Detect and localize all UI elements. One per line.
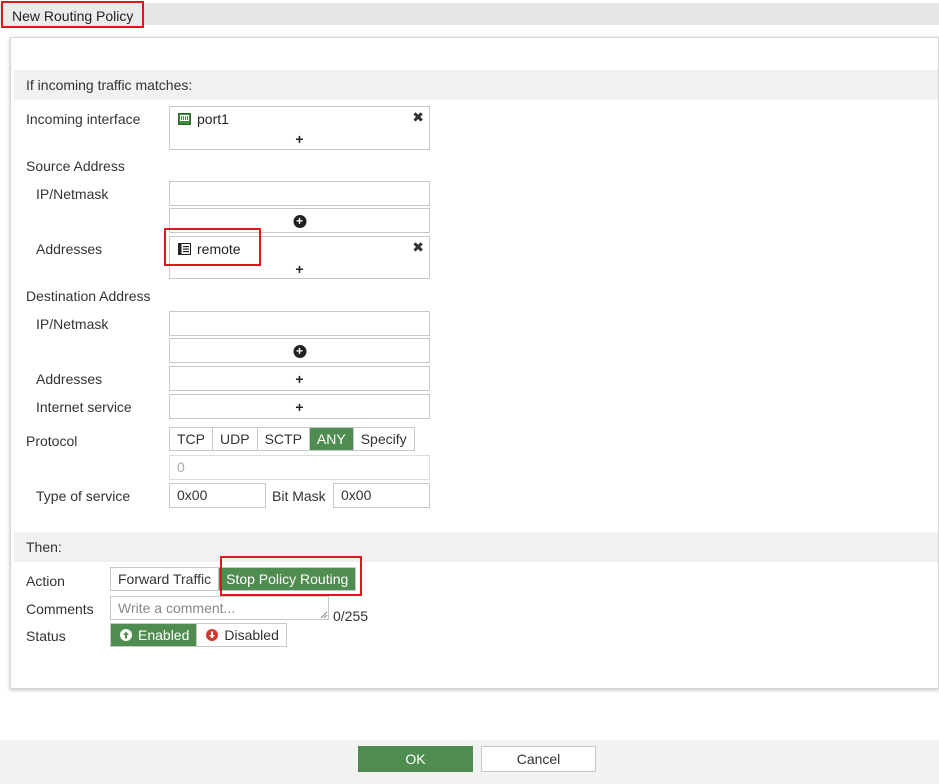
destination-address-label: Destination Address <box>26 288 151 304</box>
status-enabled-label: Enabled <box>138 627 190 643</box>
protocol-option-sctp[interactable]: SCTP <box>258 428 310 450</box>
remove-interface-icon[interactable]: ✖ <box>412 110 424 124</box>
internet-service-field[interactable]: + <box>169 394 430 419</box>
destination-ip-input[interactable] <box>169 311 430 336</box>
interface-entry[interactable]: port1 <box>178 111 229 127</box>
add-internet-service-icon[interactable]: + <box>295 400 303 414</box>
protocol-selector: TCP UDP SCTP ANY Specify <box>169 427 415 451</box>
status-label: Status <box>26 628 66 644</box>
cancel-button[interactable]: Cancel <box>481 746 596 772</box>
destination-ip-label: IP/Netmask <box>36 316 109 332</box>
arrow-down-circle-icon <box>206 629 219 641</box>
source-ip-input[interactable] <box>169 181 430 206</box>
protocol-option-specify[interactable]: Specify <box>354 428 414 450</box>
action-label: Action <box>26 573 65 589</box>
add-source-ip-icon[interactable]: + <box>293 215 306 228</box>
comments-textarea[interactable]: Write a comment... <box>110 596 329 620</box>
action-forward-traffic[interactable]: Forward Traffic <box>111 568 220 590</box>
tos-input[interactable]: 0x00 <box>169 483 266 508</box>
comments-label: Comments <box>26 601 94 617</box>
interface-entry-label: port1 <box>197 111 229 127</box>
status-disabled[interactable]: Disabled <box>197 624 285 646</box>
remove-source-address-icon[interactable]: ✖ <box>412 240 424 254</box>
destination-add-ip-row[interactable]: + <box>169 338 430 363</box>
source-address-label: Source Address <box>26 158 125 174</box>
protocol-option-udp[interactable]: UDP <box>213 428 258 450</box>
match-section-heading: If incoming traffic matches: <box>14 70 938 100</box>
tos-label: Type of service <box>36 488 131 504</box>
port-icon <box>178 113 191 125</box>
add-interface-icon[interactable]: + <box>295 132 303 146</box>
page-title: New Routing Policy <box>1 1 145 28</box>
add-destination-address-icon[interactable]: + <box>295 372 303 386</box>
ok-button[interactable]: OK <box>358 746 473 772</box>
destination-addresses-label: Addresses <box>36 371 103 387</box>
highlight-stop-routing <box>220 556 362 596</box>
bitmask-input[interactable]: 0x00 <box>333 483 430 508</box>
internet-service-label: Internet service <box>36 399 132 415</box>
source-addresses-label: Addresses <box>36 241 103 257</box>
status-toggle: Enabled Disabled <box>110 623 287 647</box>
comments-counter: 0/255 <box>333 608 369 624</box>
highlight-remote <box>164 228 261 266</box>
protocol-option-any[interactable]: ANY <box>309 428 354 450</box>
incoming-interface-label: Incoming interface <box>26 111 141 127</box>
protocol-label: Protocol <box>26 433 78 449</box>
incoming-interface-field[interactable]: port1 ✖ + <box>169 106 430 150</box>
protocol-number-input[interactable]: 0 <box>169 455 430 480</box>
status-enabled[interactable]: Enabled <box>111 624 198 646</box>
destination-addresses-field[interactable]: + <box>169 366 430 391</box>
then-section-heading: Then: <box>14 532 938 562</box>
form-card <box>10 37 939 689</box>
status-disabled-label: Disabled <box>224 627 279 643</box>
source-ip-label: IP/Netmask <box>36 186 109 202</box>
bitmask-label: Bit Mask <box>272 488 326 504</box>
resize-handle-icon[interactable] <box>320 611 328 619</box>
add-source-address-icon[interactable]: + <box>295 262 303 276</box>
protocol-option-tcp[interactable]: TCP <box>170 428 213 450</box>
add-destination-ip-icon[interactable]: + <box>293 345 306 358</box>
arrow-up-circle-icon <box>120 629 132 641</box>
